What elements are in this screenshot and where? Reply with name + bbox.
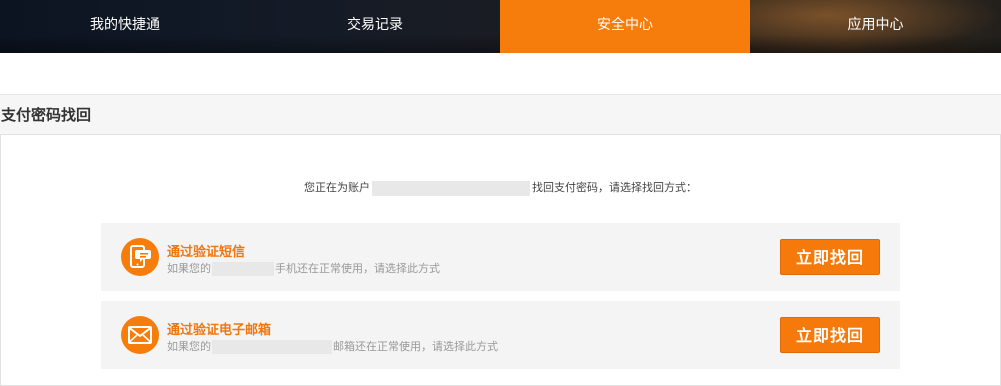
tab-security-center[interactable]: 安全中心: [500, 0, 750, 53]
prompt-suffix: 找回支付密码，请选择找回方式：: [532, 181, 697, 194]
masked-email: [212, 340, 332, 354]
tab-my-quickpay[interactable]: 我的快捷通: [0, 0, 250, 53]
email-option-desc: 如果您的 邮箱还在正常使用，请选择此方式: [167, 338, 498, 354]
prompt-prefix: 您正在为账户: [304, 181, 370, 194]
email-desc-prefix: 如果您的: [167, 340, 211, 353]
envelope-icon: [121, 316, 159, 354]
sms-option-title: 通过验证短信: [167, 245, 246, 260]
email-option: 通过验证电子邮箱 如果您的 邮箱还在正常使用，请选择此方式 立即找回: [101, 301, 900, 369]
top-nav: 我的快捷通 交易记录 安全中心 应用中心: [0, 0, 1001, 53]
masked-phone: [212, 262, 274, 276]
sms-phone-icon: [121, 238, 159, 276]
sms-recover-button[interactable]: 立即找回: [780, 239, 880, 275]
masked-account: [372, 180, 530, 196]
email-option-title: 通过验证电子邮箱: [167, 323, 272, 338]
recovery-prompt: 您正在为账户 找回支付密码，请选择找回方式：: [1, 179, 1000, 196]
sms-desc-prefix: 如果您的: [167, 262, 211, 275]
email-desc-suffix: 邮箱还在正常使用，请选择此方式: [333, 340, 498, 353]
sms-desc-suffix: 手机还在正常使用，请选择此方式: [275, 262, 440, 275]
sms-option-desc: 如果您的 手机还在正常使用，请选择此方式: [167, 260, 440, 276]
email-recover-button[interactable]: 立即找回: [780, 317, 880, 353]
sms-option: 通过验证短信 如果您的 手机还在正常使用，请选择此方式 立即找回: [101, 223, 900, 291]
tab-app-center[interactable]: 应用中心: [750, 0, 1001, 53]
page-title: 支付密码找回: [1, 106, 92, 124]
recovery-panel: 您正在为账户 找回支付密码，请选择找回方式： 通过验证短信 如果您的 手机还在正常使…: [0, 134, 1001, 386]
tab-transactions[interactable]: 交易记录: [250, 0, 500, 53]
section-header: 支付密码找回: [0, 94, 1001, 135]
